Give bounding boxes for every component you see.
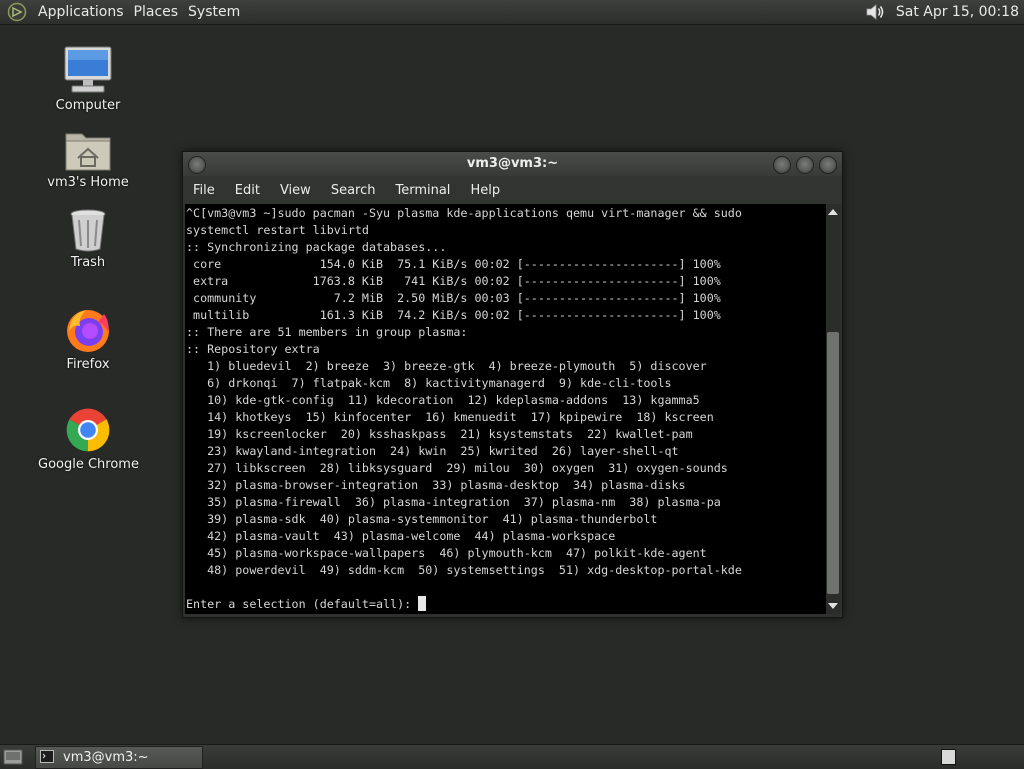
terminal-line: 42) plasma-vault 43) plasma-welcome 44) … (186, 529, 616, 543)
places-menu[interactable]: Places (129, 4, 184, 20)
menu-view[interactable]: View (270, 183, 321, 198)
desktop-icon-label: vm3's Home (47, 175, 129, 190)
firefox-icon (67, 310, 109, 352)
terminal-menubar: File Edit View Search Terminal Help (183, 176, 842, 204)
terminal-window[interactable]: vm3@vm3:~ File Edit View Search Terminal… (182, 151, 843, 618)
computer-icon (64, 46, 112, 93)
terminal-cursor (418, 596, 427, 611)
window-title: vm3@vm3:~ (466, 156, 559, 171)
home-folder-icon (65, 133, 111, 171)
terminal-screen[interactable]: ^C[vm3@vm3 ~]sudo pacman -Syu plasma kde… (185, 204, 826, 614)
terminal-line: 32) plasma-browser-integration 33) plasm… (186, 478, 686, 492)
scroll-up-arrow-icon[interactable] (828, 209, 838, 215)
desktop-icon-computer[interactable]: Computer (38, 45, 138, 113)
close-button[interactable] (819, 156, 837, 174)
terminal-line: systemctl restart libvirtd (186, 223, 369, 237)
desktop-icon-label: Google Chrome (38, 457, 139, 472)
maximize-button[interactable] (796, 156, 814, 174)
terminal-line: 35) plasma-firewall 36) plasma-integrati… (186, 495, 721, 509)
applications-menu[interactable]: Applications (33, 4, 129, 20)
gnome-foot-icon[interactable] (7, 2, 27, 22)
terminal-line: 10) kde-gtk-config 11) kdecoration 12) k… (186, 393, 700, 407)
terminal-line: 19) kscreenlocker 20) ksshaskpass 21) ks… (186, 427, 693, 441)
taskbar-terminal-button[interactable]: vm3@vm3:~ (35, 746, 203, 769)
desktop-icon-chrome[interactable]: Google Chrome (38, 406, 139, 472)
terminal-line: 39) plasma-sdk 40) plasma-systemmonitor … (186, 512, 658, 526)
terminal-line: 27) libkscreen 28) libksysguard 29) milo… (186, 461, 728, 475)
menu-help[interactable]: Help (460, 183, 510, 198)
chrome-icon (66, 408, 110, 452)
menu-edit[interactable]: Edit (225, 183, 270, 198)
terminal-line: Enter a selection (default=all): (186, 597, 419, 611)
terminal-line: multilib 161.3 KiB 74.2 KiB/s 00:02 [---… (186, 308, 721, 322)
terminal-output: ^C[vm3@vm3 ~]sudo pacman -Syu plasma kde… (185, 204, 826, 613)
volume-icon[interactable] (864, 2, 886, 22)
scroll-down-arrow-icon[interactable] (828, 603, 838, 609)
bottom-panel: vm3@vm3:~ (0, 744, 1024, 769)
terminal-titlebar[interactable]: vm3@vm3:~ (183, 152, 842, 176)
menu-search[interactable]: Search (321, 183, 386, 198)
show-desktop-icon[interactable] (3, 748, 23, 766)
desktop-icon-home[interactable]: vm3's Home (38, 128, 138, 190)
system-menu[interactable]: System (183, 4, 245, 20)
clock[interactable]: Sat Apr 15, 00:18 (896, 4, 1019, 20)
desktop-icon-trash[interactable]: Trash (38, 208, 138, 270)
terminal-line: core 154.0 KiB 75.1 KiB/s 00:02 [-------… (186, 257, 721, 271)
menu-file[interactable]: File (183, 183, 225, 198)
desktop-icon-label: Trash (70, 255, 106, 270)
terminal-line: :: Synchronizing package databases... (186, 240, 447, 254)
terminal-line: community 7.2 MiB 2.50 MiB/s 00:03 [----… (186, 291, 721, 305)
terminal-icon (40, 750, 54, 763)
desktop-icon-label: Computer (55, 98, 121, 113)
menu-terminal[interactable]: Terminal (385, 183, 460, 198)
trash-icon (70, 209, 106, 252)
desktop-icon-label: Firefox (66, 357, 110, 372)
terminal-line: 45) plasma-workspace-wallpapers 46) plym… (186, 546, 707, 560)
terminal-line: 6) drkonqi 7) flatpak-kcm 8) kactivityma… (186, 376, 672, 390)
terminal-line: extra 1763.8 KiB 741 KiB/s 00:02 [------… (186, 274, 721, 288)
terminal-line: 23) kwayland-integration 24) kwin 25) kw… (186, 444, 679, 458)
desktop-icon-firefox[interactable]: Firefox (38, 306, 138, 372)
terminal-line: 48) powerdevil 49) sddm-kcm 50) systemse… (186, 563, 742, 577)
window-menu-button[interactable] (188, 156, 206, 174)
terminal-line: :: Repository extra (186, 342, 320, 356)
terminal-line: 14) khotkeys 15) kinfocenter 16) kmenued… (186, 410, 714, 424)
terminal-line: :: There are 51 members in group plasma: (186, 325, 468, 339)
terminal-scrollbar[interactable] (826, 204, 840, 614)
scrollbar-thumb[interactable] (827, 332, 839, 594)
terminal-line: 1) bluedevil 2) breeze 3) breeze-gtk 4) … (186, 359, 707, 373)
minimize-button[interactable] (773, 156, 791, 174)
top-panel: Applications Places System Sat Apr 15, 0… (0, 0, 1024, 25)
workspace-switcher[interactable] (941, 749, 956, 765)
taskbar-button-label: vm3@vm3:~ (63, 750, 149, 765)
terminal-line: ^C[vm3@vm3 ~]sudo pacman -Syu plasma kde… (186, 206, 742, 220)
